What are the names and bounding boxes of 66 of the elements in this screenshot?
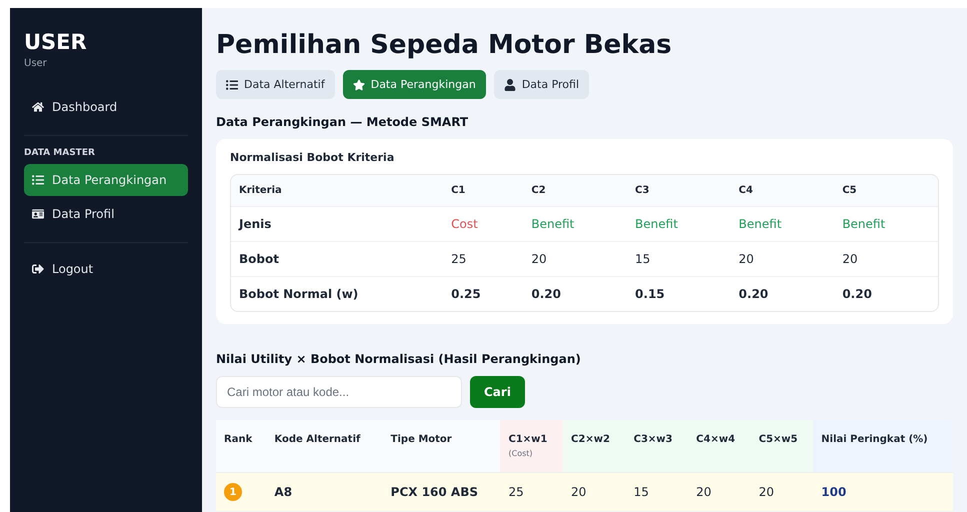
table-cell: 25 — [443, 241, 524, 276]
table-cell: 0.20 — [730, 276, 834, 311]
sidebar-item[interactable]: Data Profil — [24, 198, 188, 230]
column-header: C3×w3 — [626, 420, 688, 472]
table-cell: PCX 160 ABS — [382, 472, 500, 511]
tab[interactable]: Data Perangkingan — [342, 70, 486, 99]
table-cell: 0.20 — [523, 276, 628, 311]
column-header: C1×w1 (Cost) — [500, 420, 564, 472]
table-cell: 20 — [750, 472, 814, 511]
home-icon — [32, 101, 44, 113]
table-cell: 25 — [500, 472, 564, 511]
star-icon — [352, 78, 365, 90]
table-cell: Benefit — [834, 206, 938, 241]
table-cell: 0.20 — [834, 276, 938, 311]
card-title: Normalisasi Bobot Kriteria — [230, 151, 396, 164]
list-icon — [32, 174, 44, 186]
section-title: Data Perangkingan — Metode SMART — [216, 115, 470, 129]
table-cell: Benefit — [523, 206, 628, 241]
column-note: (Cost) — [508, 449, 534, 458]
column-header: Kode Alternatif — [266, 420, 383, 472]
logout-icon — [32, 263, 44, 275]
column-header: C3 — [627, 175, 731, 206]
sidebar-title: USER — [24, 30, 88, 54]
tab[interactable]: Data Alternatif — [216, 70, 335, 99]
column-header: C5×w5 — [750, 420, 814, 472]
sidebar-section-label: DATA MASTER — [24, 148, 96, 158]
column-header: Nilai Peringkat (%) — [813, 420, 953, 472]
table-cell: 20 — [563, 472, 626, 511]
column-header: Tipe Motor — [382, 420, 500, 472]
column-header: C2 — [523, 175, 628, 206]
sidebar-subtitle: User — [24, 58, 48, 69]
table-cell: A8 — [266, 472, 383, 511]
table-cell: 0.15 — [627, 276, 731, 311]
table-cell: Benefit — [627, 206, 731, 241]
tab[interactable]: Data Profil — [494, 70, 590, 99]
table-cell: 15 — [626, 472, 688, 511]
section-title: Nilai Utility × Bobot Normalisasi (Hasil Perangkingan) — [216, 352, 582, 366]
table-cell: 20 — [523, 241, 628, 276]
search-field[interactable]: Cari motor atau kode... — [216, 376, 462, 408]
column-header: C1 — [443, 175, 524, 206]
sidebar-item[interactable]: Data Perangkingan — [24, 164, 188, 196]
row-label: Jenis — [231, 206, 444, 241]
user-icon — [504, 78, 516, 90]
table-cell: 20 — [688, 472, 751, 511]
page-title: Pemilihan Sepeda Motor Bekas — [216, 30, 673, 60]
list-icon — [226, 78, 238, 90]
rank-badge: 1 — [224, 483, 242, 501]
column-header: Kriteria — [231, 175, 444, 206]
search-button[interactable]: Cari — [470, 376, 525, 408]
column-header: C4×w4 — [688, 420, 751, 472]
table-cell: 20 — [834, 241, 938, 276]
column-header: Rank — [216, 420, 266, 472]
row-label: Bobot Normal (w) — [231, 276, 444, 311]
table-cell: 20 — [730, 241, 834, 276]
table-cell: 0.25 — [443, 276, 524, 311]
table-cell: 15 — [627, 241, 731, 276]
table-cell: Benefit — [730, 206, 834, 241]
sidebar-item[interactable]: Logout — [24, 253, 188, 285]
column-header: C4 — [730, 175, 834, 206]
column-header: C5 — [834, 175, 938, 206]
score-cell: 100 — [813, 472, 953, 511]
id-card-icon — [32, 208, 44, 220]
sidebar-item[interactable]: Dashboard — [24, 91, 188, 123]
table-cell: Cost — [443, 206, 524, 241]
column-header: C2×w2 — [563, 420, 626, 472]
row-label: Bobot — [231, 241, 444, 276]
